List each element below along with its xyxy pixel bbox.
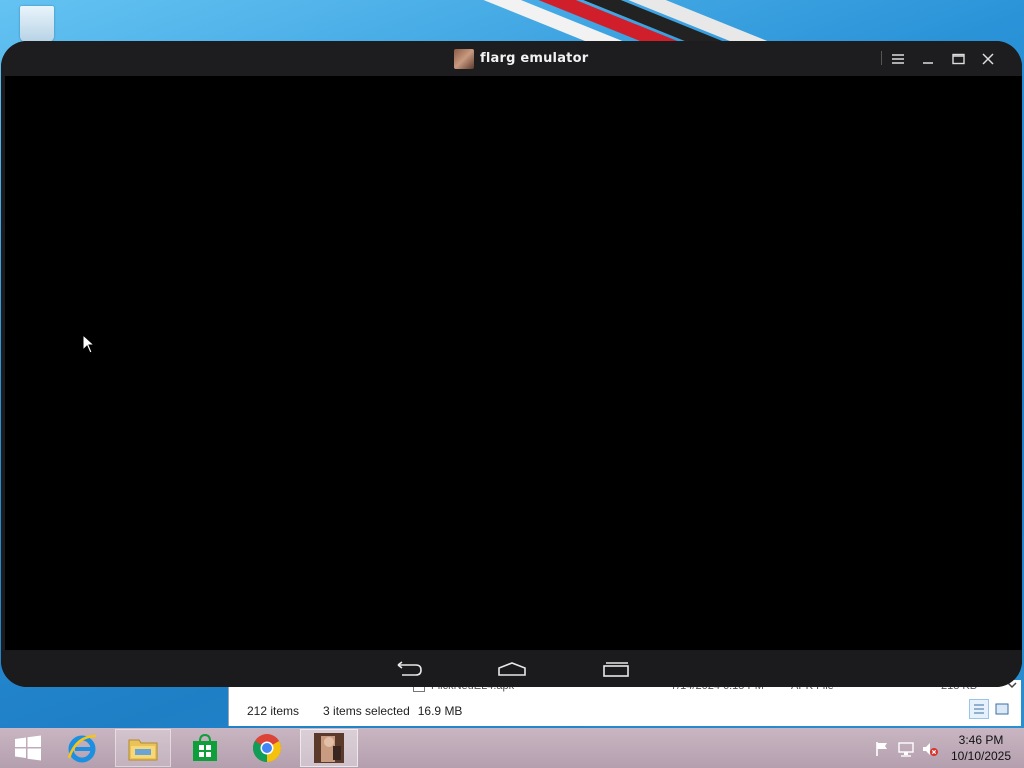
selected-count: 3 items selected bbox=[323, 704, 410, 718]
start-button[interactable] bbox=[0, 729, 56, 767]
explorer-status-bar: 212 items 3 items selected 16.9 MB bbox=[229, 698, 1021, 724]
selected-size: 16.9 MB bbox=[417, 704, 463, 718]
back-icon[interactable] bbox=[393, 660, 425, 678]
flarg-app-icon bbox=[454, 49, 474, 69]
internet-explorer-icon[interactable] bbox=[54, 729, 110, 767]
chrome-icon[interactable] bbox=[239, 729, 295, 767]
store-icon[interactable] bbox=[177, 729, 233, 767]
close-icon[interactable] bbox=[975, 47, 1001, 71]
window-title: flarg emulator bbox=[480, 51, 589, 66]
system-clock[interactable]: 3:46 PM 10/10/2025 bbox=[946, 732, 1016, 764]
recycle-bin-icon[interactable] bbox=[20, 6, 54, 42]
recents-icon[interactable] bbox=[601, 660, 631, 678]
thumbnail-view-button[interactable] bbox=[992, 699, 1012, 719]
home-icon[interactable] bbox=[497, 660, 527, 678]
taskbar: 3:46 PM 10/10/2025 bbox=[0, 728, 1024, 768]
minimize-icon[interactable] bbox=[915, 47, 941, 71]
emulator-titlebar[interactable]: flarg emulator bbox=[1, 41, 1022, 76]
emulator-window: flarg emulator bbox=[1, 41, 1022, 687]
action-center-flag-icon[interactable] bbox=[874, 741, 890, 757]
emulator-screen[interactable] bbox=[5, 76, 1022, 650]
details-view-button[interactable] bbox=[969, 699, 989, 719]
flarg-emulator-icon[interactable] bbox=[300, 729, 358, 767]
clock-time: 3:46 PM bbox=[958, 733, 1004, 747]
volume-muted-icon[interactable] bbox=[922, 741, 938, 757]
network-icon[interactable] bbox=[898, 741, 914, 757]
mouse-cursor-icon bbox=[82, 333, 96, 359]
item-count: 212 items bbox=[247, 704, 300, 718]
android-navigation-bar bbox=[1, 650, 1022, 687]
clock-date: 10/10/2025 bbox=[950, 749, 1012, 763]
menu-icon[interactable] bbox=[885, 47, 911, 71]
maximize-icon[interactable] bbox=[945, 47, 971, 71]
file-explorer-icon[interactable] bbox=[115, 729, 171, 767]
titlebar-separator bbox=[881, 51, 882, 65]
